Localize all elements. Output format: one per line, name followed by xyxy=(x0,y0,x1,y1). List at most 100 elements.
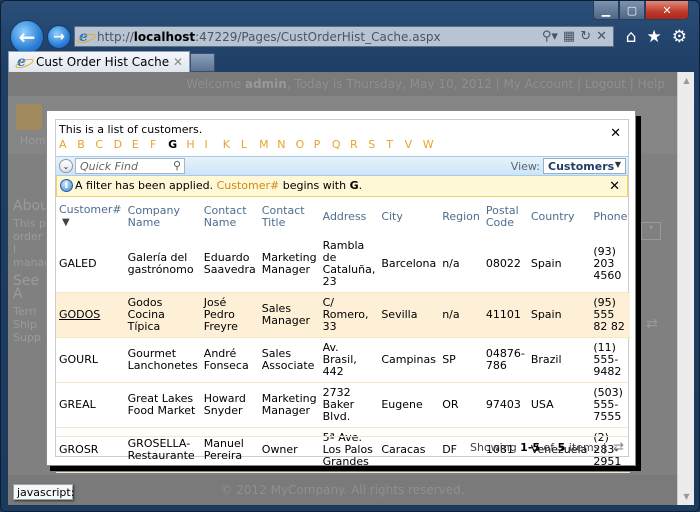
filter-notice-suffix: . xyxy=(358,179,363,192)
column-header[interactable]: City xyxy=(378,200,439,236)
letter-filter-v[interactable]: V xyxy=(405,138,423,151)
cell-id[interactable]: GREAL xyxy=(56,382,125,428)
see-also-heading: See A xyxy=(13,273,40,302)
letter-filter-c[interactable]: C xyxy=(95,138,113,151)
letter-filter-g[interactable]: G xyxy=(168,138,186,151)
site-logo-icon xyxy=(16,104,42,130)
dropdown-caret-icon: ▼ xyxy=(614,160,621,169)
pager: Showing 1-5 of 5 items | ⇄ xyxy=(56,436,628,456)
letter-filter-b[interactable]: B xyxy=(77,138,95,151)
star-icon[interactable]: ★ xyxy=(647,27,662,47)
ie-logo-icon: e xyxy=(17,55,31,69)
browser-tab[interactable]: e Cust Order Hist Cache ✕ xyxy=(8,51,190,72)
maximize-button[interactable]: ▢ xyxy=(619,1,645,20)
table-row[interactable]: GOURL Gourmet Lanchonetes André Fonseca Sal… xyxy=(56,337,631,383)
stop-icon[interactable]: ✕ xyxy=(596,29,607,44)
pager-suffix: items | xyxy=(565,441,611,454)
close-tab-icon[interactable]: ✕ xyxy=(173,55,183,69)
cell-region: OR xyxy=(439,382,483,428)
view-selector[interactable]: Customers ▼ xyxy=(543,158,626,174)
url-host: localhost xyxy=(133,29,196,44)
forward-button[interactable]: → xyxy=(47,25,71,49)
letter-filter-f[interactable]: F xyxy=(150,138,168,151)
filter-notice-prefix: A filter has been applied. xyxy=(75,179,217,192)
url-text[interactable]: http://localhost:47229/Pages/CustOrderHi… xyxy=(97,30,542,44)
filter-field-link[interactable]: Customer# xyxy=(217,179,280,192)
letter-filter-w[interactable]: W xyxy=(423,138,441,151)
info-icon: i xyxy=(60,179,73,192)
quick-find-input[interactable]: Quick Find ⚲ xyxy=(75,158,185,174)
cell-id[interactable]: GALED xyxy=(56,236,125,293)
letter-filter-i[interactable]: I xyxy=(205,138,223,151)
column-header[interactable]: Address xyxy=(320,200,379,236)
cell-phone: (93) 203 4560 xyxy=(590,236,631,293)
letter-filter-l[interactable]: L xyxy=(241,138,259,151)
cell-country: Spain xyxy=(527,292,591,338)
close-window-button[interactable]: ✕ xyxy=(645,1,689,20)
cell-id[interactable]: GODOS xyxy=(56,292,125,338)
column-header-label: Region xyxy=(442,209,480,223)
pager-range: 1-5 xyxy=(520,441,541,454)
cell-contact: André Fonseca xyxy=(200,337,259,383)
letter-filter-m[interactable]: M xyxy=(259,138,277,151)
clear-filter-button[interactable]: ✕ xyxy=(609,179,620,194)
cell-phone: (11) 555-9482 xyxy=(590,337,631,383)
cell-postal: 41101 xyxy=(482,292,528,338)
scroll-up-arrow-icon[interactable]: ▲ xyxy=(678,72,694,89)
column-header[interactable]: Customer#▼ xyxy=(56,200,125,236)
letter-filter-k[interactable]: K xyxy=(223,138,241,151)
letter-filter-o[interactable]: O xyxy=(295,138,313,151)
table-row[interactable]: GALED Galería del gastrónomo Eduardo Saave… xyxy=(56,236,631,293)
vertical-scrollbar[interactable]: ▲ ▼ xyxy=(677,72,694,505)
cell-contact: Eduardo Saavedra xyxy=(200,236,259,293)
letter-filter-p[interactable]: P xyxy=(314,138,332,151)
table-row[interactable]: GREAL Great Lakes Food Market Howard Snyde… xyxy=(56,382,631,428)
letter-filter-r[interactable]: R xyxy=(350,138,368,151)
column-header-label: Phone xyxy=(593,209,628,223)
letter-filter-q[interactable]: Q xyxy=(332,138,350,151)
new-tab-button[interactable] xyxy=(190,53,215,72)
back-button[interactable]: ← xyxy=(10,20,44,54)
refresh-icon[interactable]: ↻ xyxy=(580,29,591,44)
cell-id[interactable]: GOURL xyxy=(56,337,125,383)
sidebar-link[interactable]: Ship xyxy=(13,318,48,331)
column-header[interactable]: Contact Title xyxy=(259,200,320,236)
column-header-label: Contact Name xyxy=(203,203,247,229)
compatibility-view-icon[interactable]: ▦ xyxy=(563,29,575,44)
search-icon[interactable]: ⚲ xyxy=(173,159,181,172)
column-header[interactable]: Contact Name xyxy=(201,200,259,236)
filter-icon[interactable]: ▼ xyxy=(62,217,70,229)
column-header[interactable]: Company Name xyxy=(125,200,201,236)
table-row[interactable]: GODOS Godos Cocina Típica José Pedro Freyr… xyxy=(56,292,631,338)
letter-filter-h[interactable]: H xyxy=(186,138,204,151)
column-header-label: Contact Title xyxy=(261,203,305,229)
close-modal-button[interactable]: ✕ xyxy=(610,126,621,141)
url-prefix: http:// xyxy=(97,29,134,44)
letter-filter-e[interactable]: E xyxy=(132,138,150,151)
letter-filter-d[interactable]: D xyxy=(114,138,132,151)
column-header[interactable]: Postal Code xyxy=(483,200,528,236)
sidebar-link[interactable]: Supp xyxy=(13,331,48,344)
search-icon[interactable]: ⚲▾ xyxy=(542,29,558,44)
address-bar[interactable]: e http://localhost:47229/Pages/CustOrder… xyxy=(74,26,614,47)
cell-city: Campinas xyxy=(378,337,440,383)
home-icon[interactable]: ⌂ xyxy=(626,27,637,47)
refresh-icon[interactable]: ⇄ xyxy=(613,440,624,455)
column-header[interactable]: Phone xyxy=(590,200,630,236)
actions-menu-button[interactable]: ⌄ xyxy=(59,159,73,173)
letter-filter-a[interactable]: A xyxy=(59,138,77,151)
cell-region: n/a xyxy=(439,292,483,338)
column-header[interactable]: Country xyxy=(528,200,591,236)
cell-address: Rambla de Cataluña, 23 xyxy=(319,236,379,293)
column-header[interactable]: Region xyxy=(439,200,483,236)
minimize-button[interactable]: ▁ xyxy=(593,1,619,20)
letter-filter-n[interactable]: N xyxy=(277,138,295,151)
scroll-down-arrow-icon[interactable]: ▼ xyxy=(678,488,694,505)
sidebar-link[interactable]: Terri xyxy=(13,305,48,318)
column-header-label: Postal Code xyxy=(485,203,519,229)
browser-toolbar: ⌂ ★ ⚙ xyxy=(626,27,687,47)
gear-icon[interactable]: ⚙ xyxy=(672,27,687,47)
column-header-label: Address xyxy=(322,209,367,223)
letter-filter-t[interactable]: T xyxy=(386,138,404,151)
letter-filter-s[interactable]: S xyxy=(368,138,386,151)
